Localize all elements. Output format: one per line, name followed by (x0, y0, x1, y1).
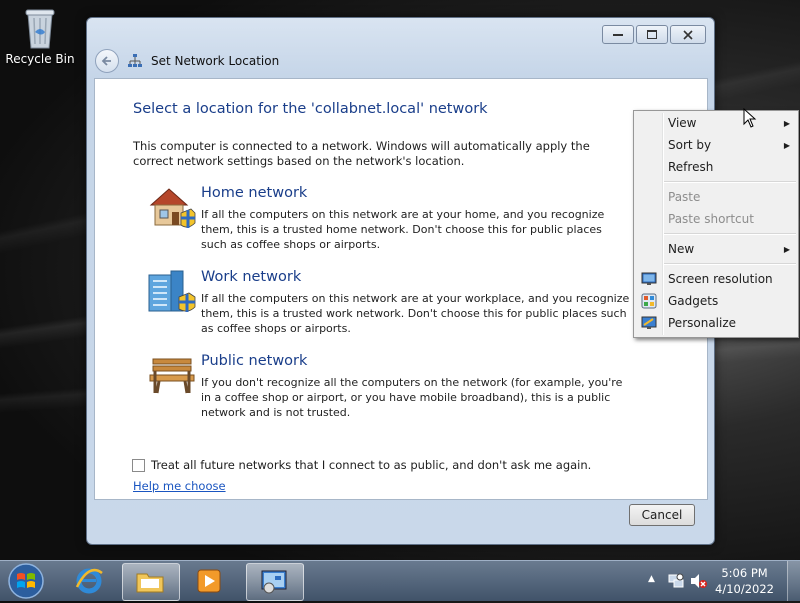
menu-item-gadgets[interactable]: Gadgets (636, 290, 796, 312)
menu-item-gadgets-label: Gadgets (668, 294, 719, 308)
menu-item-screen-resolution[interactable]: Screen resolution (636, 268, 796, 290)
minimize-button[interactable] (602, 25, 634, 44)
folder-icon (136, 573, 164, 593)
window-controls (602, 25, 706, 44)
taskbar-media-player[interactable] (182, 563, 238, 599)
menu-item-sort-by-label: Sort by (668, 138, 712, 152)
show-desktop-button[interactable] (787, 561, 800, 601)
submenu-arrow-icon: ▶ (783, 244, 790, 254)
menu-item-refresh[interactable]: Refresh (636, 156, 796, 178)
clock-date: 4/10/2022 (715, 582, 774, 596)
treat-as-public-row: Treat all future networks that I connect… (132, 458, 591, 472)
park-bench-icon (147, 353, 197, 399)
work-network-description: If all the computers on this network are… (201, 292, 630, 335)
recycle-bin-label: Recycle Bin (5, 52, 75, 66)
home-network-title: Home network (201, 185, 308, 201)
house-icon (147, 185, 197, 231)
public-network-description: If you don't recognize all the computers… (201, 376, 623, 419)
treat-as-public-checkbox[interactable] (132, 458, 145, 472)
submenu-arrow-icon: ▶ (783, 118, 790, 128)
public-network-title: Public network (201, 353, 308, 369)
menu-item-new-label: New (668, 242, 695, 256)
show-hidden-icons-icon[interactable]: ▲ (648, 574, 655, 584)
volume-muted-icon[interactable] (690, 573, 708, 589)
taskbar-windows-explorer[interactable] (122, 563, 180, 601)
network-location-icon (261, 570, 287, 594)
internet-explorer-icon (75, 568, 103, 594)
close-button[interactable] (670, 25, 706, 44)
cancel-button[interactable]: Cancel (629, 504, 695, 526)
clock-time: 5:06 PM (721, 566, 768, 580)
windows-logo-icon (8, 563, 44, 599)
window-title: Set Network Location (151, 54, 280, 68)
menu-item-view-label: View (668, 116, 697, 130)
monitor-icon (641, 272, 657, 285)
help-me-choose-link[interactable]: Help me choose (133, 479, 226, 493)
menu-item-paste-label: Paste (668, 190, 701, 204)
office-building-icon (147, 269, 197, 315)
back-button[interactable] (95, 49, 119, 73)
personalize-icon (641, 316, 657, 329)
menu-separator (664, 263, 796, 265)
network-tray-icon[interactable] (668, 573, 684, 589)
treat-as-public-label: Treat all future networks that I connect… (151, 458, 592, 472)
submenu-arrow-icon: ▶ (783, 140, 790, 150)
dialog-content: Select a location for the 'collabnet.loc… (94, 78, 708, 500)
work-network-title: Work network (201, 269, 302, 285)
menu-item-paste: Paste (636, 186, 796, 208)
media-player-icon (197, 569, 221, 593)
network-icon (128, 54, 142, 67)
taskbar: ▲ 5:06 PM 4/10/2022 (0, 560, 800, 601)
menu-item-sort-by[interactable]: Sort by ▶ (636, 134, 796, 156)
menu-item-paste-shortcut: Paste shortcut (636, 208, 796, 230)
taskbar-internet-explorer[interactable] (62, 563, 118, 599)
menu-item-personalize-label: Personalize (668, 316, 737, 330)
taskbar-network-location[interactable] (246, 563, 304, 601)
maximize-button[interactable] (636, 25, 668, 44)
page-heading: Select a location for the 'collabnet.loc… (133, 101, 488, 117)
intro-text: This computer is connected to a network.… (133, 139, 590, 168)
menu-item-view[interactable]: View ▶ (636, 112, 796, 134)
menu-separator (664, 233, 796, 235)
start-button[interactable] (6, 562, 46, 600)
home-network-description: If all the computers on this network are… (201, 208, 605, 251)
gadgets-icon (641, 293, 657, 309)
menu-item-personalize[interactable]: Personalize (636, 312, 796, 334)
menu-item-paste-shortcut-label: Paste shortcut (668, 212, 754, 226)
back-arrow-icon (101, 56, 111, 66)
mouse-cursor-icon (743, 108, 757, 128)
menu-item-screen-resolution-label: Screen resolution (668, 272, 773, 286)
taskbar-clock[interactable]: 5:06 PM 4/10/2022 (715, 565, 774, 597)
menu-separator (664, 181, 796, 183)
menu-item-new[interactable]: New ▶ (636, 238, 796, 260)
menu-item-refresh-label: Refresh (668, 160, 714, 174)
recycle-bin-icon (22, 6, 58, 50)
set-network-location-window: Set Network Location Select a location f… (86, 17, 715, 545)
desktop-context-menu: View ▶ Sort by ▶ Refresh Paste Paste sho… (633, 110, 799, 338)
recycle-bin-desktop-icon[interactable]: Recycle Bin (4, 6, 76, 66)
